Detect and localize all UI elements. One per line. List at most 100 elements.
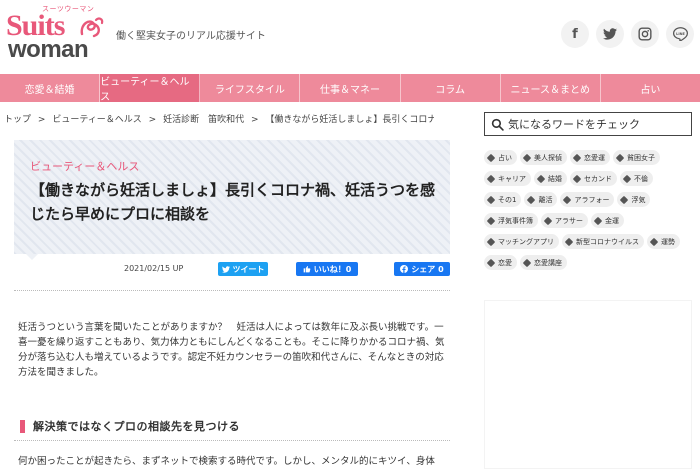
tag-label: アラサー <box>555 216 583 225</box>
facebook-icon: f <box>572 26 578 42</box>
breadcrumb-separator: > <box>250 115 259 125</box>
instagram-link[interactable] <box>631 20 659 48</box>
site-tagline: 働く堅実女子のリアル応援サイト <box>116 31 266 42</box>
tag-icon <box>564 237 574 246</box>
tag-link[interactable]: 離活 <box>524 192 558 207</box>
tag-link[interactable]: 浮気事件簿 <box>484 213 538 228</box>
tag-link[interactable]: 結婚 <box>534 171 567 186</box>
tag-link[interactable]: 運勢 <box>647 234 680 249</box>
facebook-icon <box>400 265 409 273</box>
tag-label: アラフォー <box>574 195 610 204</box>
tag-label: マッチングアプリ <box>498 237 554 246</box>
search-input[interactable] <box>508 117 688 131</box>
article-title: 【働きながら妊活しましょ】長引くコロナ禍、妊活うつを感じたら早めにプロに相談を <box>30 181 436 223</box>
tag-icon <box>522 258 532 267</box>
tag-link[interactable]: その1 <box>484 192 522 207</box>
tag-icon <box>649 237 659 246</box>
tag-icon <box>486 195 496 204</box>
article-body: 何か困ったことが起きたら、まずネットで検索する時代です。しかし、メンタル的にキツ… <box>18 456 435 467</box>
breadcrumb: トップ > ビューティー＆ヘルス > 妊活診断 笛吹和代 > 【働きながら妊活し… <box>4 112 434 125</box>
breadcrumb-top[interactable]: トップ <box>4 115 31 125</box>
tweet-label: ツイート <box>232 264 265 274</box>
tag-link[interactable]: アラサー <box>541 213 588 228</box>
facebook-share-label: シェア 0 <box>411 264 444 274</box>
tag-label: その1 <box>498 195 517 204</box>
tag-link[interactable]: 金運 <box>591 213 624 228</box>
like-button[interactable]: いいね！0 <box>296 262 358 276</box>
tag-link[interactable]: マッチングアプリ <box>484 234 559 249</box>
line-link[interactable]: LINE <box>666 20 694 48</box>
tag-cloud: 占い 美人探偵 恋愛運 貧困女子キャリア 結婚 セカンド 不倫その1 離活 アラフォー 浮気浮気事… <box>484 150 694 276</box>
article-date: 2021/02/15 UP <box>124 264 184 273</box>
tag-icon <box>543 216 553 225</box>
tag-label: 結婚 <box>548 174 562 183</box>
breadcrumb-category[interactable]: ビューティー＆ヘルス <box>52 115 141 125</box>
tag-label: 運勢 <box>661 237 675 246</box>
section-heading: 解決策ではなくプロの相談先を見つける <box>20 420 440 433</box>
tag-label: セカンド <box>584 174 612 183</box>
twitter-link[interactable] <box>596 20 624 48</box>
article-category[interactable]: ビューティー＆ヘルス <box>30 158 139 174</box>
tag-icon <box>536 174 546 183</box>
thumbs-up-icon <box>303 266 311 273</box>
hero-notch <box>26 254 38 260</box>
tag-link[interactable]: セカンド <box>570 171 617 186</box>
tag-icon <box>486 153 496 162</box>
svg-text:LINE: LINE <box>676 32 685 36</box>
ad-area <box>484 300 692 469</box>
tag-icon <box>572 174 582 183</box>
nav-item-news[interactable]: ニュース＆まとめ <box>501 74 601 102</box>
tag-icon <box>486 258 496 267</box>
tag-icon <box>522 153 532 162</box>
tag-label: 浮気事件簿 <box>498 216 533 225</box>
site-header: スーツウーマン Suits woman 働く堅実女子のリアル応援サイト f LI… <box>0 0 700 74</box>
tag-link[interactable]: 貧困女子 <box>613 150 660 165</box>
twitter-icon <box>603 28 617 40</box>
site-logo[interactable]: スーツウーマン Suits woman <box>6 4 106 66</box>
main-nav: 恋愛＆結婚 ビューティー＆ヘルス ライフスタイル 仕事＆マネー コラム ニュース… <box>0 74 700 103</box>
breadcrumb-current: 【働きながら妊活しましょ】長引くコロナ禍, 妊活うつ... <box>265 115 434 125</box>
tag-icon <box>620 195 629 204</box>
nav-item-work-money[interactable]: 仕事＆マネー <box>300 74 401 102</box>
tag-link[interactable]: 占い <box>484 150 517 165</box>
tag-link[interactable]: 不倫 <box>620 171 653 186</box>
breadcrumb-series[interactable]: 妊活診断 笛吹和代 <box>163 115 244 125</box>
tag-label: 浮気 <box>631 195 646 204</box>
tag-label: キャリア <box>498 174 526 183</box>
tag-link[interactable]: 新型コロナウイルス <box>562 234 644 249</box>
tag-link[interactable]: 美人探偵 <box>520 150 567 165</box>
tag-icon <box>615 153 625 162</box>
tag-link[interactable]: キャリア <box>484 171 531 186</box>
facebook-share-button[interactable]: シェア 0 <box>394 262 450 276</box>
tag-icon <box>486 174 496 183</box>
search-icon <box>491 118 504 131</box>
tag-icon <box>622 174 632 183</box>
twitter-icon <box>221 265 230 273</box>
tag-label: 恋愛運 <box>584 153 605 162</box>
tag-label: 占い <box>498 153 512 162</box>
tag-link[interactable]: 恋愛運 <box>570 150 610 165</box>
nav-item-fortune[interactable]: 占い <box>601 74 700 102</box>
tag-link[interactable]: 恋愛 <box>484 255 517 270</box>
tag-label: 不倫 <box>634 174 648 183</box>
nav-item-beauty-health[interactable]: ビューティー＆ヘルス <box>100 74 201 103</box>
nav-item-lifestyle[interactable]: ライフスタイル <box>200 74 301 102</box>
breadcrumb-separator: > <box>37 115 46 125</box>
tag-icon <box>572 153 582 162</box>
tag-icon <box>563 195 572 204</box>
instagram-icon <box>638 27 652 41</box>
tag-link[interactable]: 浮気 <box>617 192 651 207</box>
facebook-link[interactable]: f <box>561 20 589 48</box>
nav-item-column[interactable]: コラム <box>401 74 501 102</box>
line-icon: LINE <box>672 27 688 41</box>
tweet-button[interactable]: ツイート <box>218 262 268 276</box>
article: ビューティー＆ヘルス 【働きながら妊活しましょ】長引くコロナ禍、妊活うつを感じた… <box>14 140 450 467</box>
tag-icon <box>527 195 536 204</box>
article-lead: 妊活うつという言葉を聞いたことがありますか？ 妊活は人によっては数年に及ぶ長い挑… <box>18 322 445 378</box>
like-label: いいね！0 <box>313 264 352 274</box>
tag-link[interactable]: アラフォー <box>560 192 615 207</box>
divider <box>14 290 450 291</box>
divider <box>14 440 450 441</box>
tag-link[interactable]: 恋愛講座 <box>520 255 567 270</box>
nav-item-love-marriage[interactable]: 恋愛＆結婚 <box>0 74 101 102</box>
